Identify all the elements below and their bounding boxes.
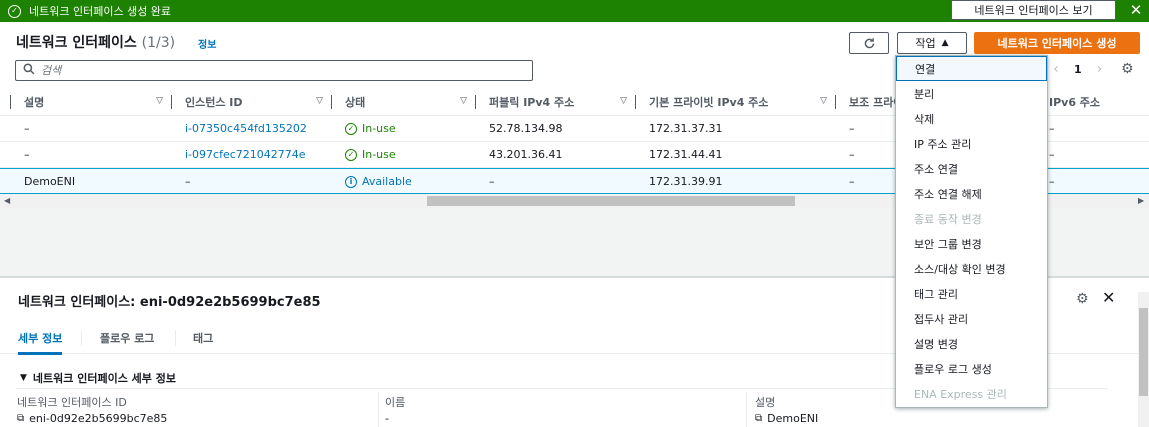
search-input[interactable] <box>41 64 521 77</box>
menu-item-source-dest-check[interactable]: 소스/대상 확인 변경 <box>896 256 1047 281</box>
menu-item-disassociate-address[interactable]: 주소 연결 해제 <box>896 181 1047 206</box>
column-header-private-ipv4[interactable]: 기본 프라이빗 IPv4 주소 ▽ <box>635 88 835 116</box>
status-badge: i Available <box>345 175 412 188</box>
sort-icon: ▽ <box>820 96 827 106</box>
success-icon: ✓ <box>8 4 21 18</box>
menu-item-change-security-groups[interactable]: 보안 그룹 변경 <box>896 231 1047 256</box>
scrollbar-thumb[interactable] <box>427 196 795 206</box>
banner-message: 네트워크 인터페이스 생성 완료 <box>29 5 172 18</box>
tab-tags[interactable]: 태그 <box>193 322 213 354</box>
actions-button[interactable]: 작업 ▲ <box>897 32 967 54</box>
menu-item-attach[interactable]: 연결 <box>896 56 1047 81</box>
sort-icon: ▽ <box>460 96 467 106</box>
caret-down-icon: ▼ <box>20 373 27 383</box>
column-header-description[interactable]: 설명 ▽ <box>10 88 171 116</box>
current-page[interactable]: 1 <box>1074 63 1082 76</box>
section-header[interactable]: ▼ 네트워크 인터페이스 세부 정보 <box>20 370 176 386</box>
menu-item-change-description[interactable]: 설명 변경 <box>896 331 1047 356</box>
sort-icon: ▽ <box>620 96 627 106</box>
status-badge: ✓ In-use <box>345 122 396 135</box>
copy-icon[interactable]: ⧉ <box>755 413 762 424</box>
gear-icon[interactable]: ⚙ <box>1121 61 1134 77</box>
sort-icon: ▽ <box>156 96 163 106</box>
column-header-status[interactable]: 상태 ▽ <box>331 88 475 116</box>
menu-item-detach[interactable]: 분리 <box>896 81 1047 106</box>
menu-item-delete[interactable]: 삭제 <box>896 106 1047 131</box>
page-title: 네트워크 인터페이스 (1/3) 정보 <box>16 35 217 51</box>
column-header-instance-id[interactable]: 인스턴스 ID ▽ <box>171 88 331 116</box>
menu-item-ena-express: ENA Express 관리 <box>914 387 1007 401</box>
search-box <box>15 60 533 81</box>
info-link[interactable]: 정보 <box>198 36 216 51</box>
scroll-right-icon[interactable]: ▶ <box>1138 196 1144 205</box>
search-icon <box>23 63 35 78</box>
close-icon[interactable]: ✕ <box>1128 1 1144 19</box>
settings-icon[interactable]: ⚙ <box>1076 291 1089 307</box>
field-value-description: ⧉ DemoENI <box>755 412 819 425</box>
next-page-icon[interactable]: › <box>1092 62 1108 77</box>
instance-link[interactable]: i-097cfec721042774e <box>185 142 306 167</box>
details-title: 네트워크 인터페이스: eni-0d92e2b5699bc7e85 <box>18 295 321 310</box>
vertical-scrollbar[interactable] <box>1138 292 1149 427</box>
view-interfaces-button[interactable]: 네트워크 인터페이스 보기 <box>951 0 1116 20</box>
success-banner: ✓ 네트워크 인터페이스 생성 완료 네트워크 인터페이스 보기 ✕ <box>0 0 1149 22</box>
column-header-ipv6[interactable]: IPv6 주소 <box>1035 88 1149 116</box>
menu-item-create-flow-log[interactable]: 플로우 로그 생성 <box>896 356 1047 381</box>
field-label-description: 설명 <box>755 396 776 409</box>
actions-menu: 연결 분리 삭제 IP 주소 관리 주소 연결 주소 연결 해제 종료 동작 변… <box>895 55 1048 408</box>
check-circle-icon: ✓ <box>345 148 357 161</box>
selection-count: (1/3) <box>141 35 176 51</box>
close-panel-icon[interactable]: ✕ <box>1102 288 1115 307</box>
scroll-left-icon[interactable]: ◀ <box>4 196 10 205</box>
menu-item-change-termination: 종료 동작 변경 <box>914 212 982 226</box>
info-circle-icon: i <box>345 175 357 188</box>
scrollbar-thumb[interactable] <box>1139 308 1148 396</box>
field-value-interface-id: ⧉ eni-0d92e2b5699bc7e85 <box>17 412 168 425</box>
caret-up-icon: ▲ <box>941 38 949 48</box>
field-value-name: - <box>385 412 389 425</box>
column-header-public-ipv4[interactable]: 퍼블릭 IPv4 주소 ▽ <box>475 88 635 116</box>
copy-icon[interactable]: ⧉ <box>17 413 24 424</box>
refresh-icon <box>864 37 874 48</box>
instance-link[interactable]: i-07350c454fd135202 <box>185 116 307 141</box>
create-interface-button[interactable]: 네트워크 인터페이스 생성 <box>974 32 1140 54</box>
refresh-button[interactable] <box>849 32 889 54</box>
tab-details[interactable]: 세부 정보 <box>18 322 63 355</box>
prev-page-icon[interactable]: ‹ <box>1048 62 1064 77</box>
menu-item-associate-address[interactable]: 주소 연결 <box>896 156 1047 181</box>
menu-item-manage-prefixes[interactable]: 접두사 관리 <box>896 306 1047 331</box>
check-circle-icon: ✓ <box>345 122 357 135</box>
pagination: ‹ 1 › <box>1048 62 1108 77</box>
field-label-name: 이름 <box>385 396 406 409</box>
status-badge: ✓ In-use <box>345 148 396 161</box>
field-label-interface-id: 네트워크 인터페이스 ID <box>17 396 127 409</box>
sort-icon: ▽ <box>316 96 323 106</box>
tab-flow-logs[interactable]: 플로우 로그 <box>100 322 154 354</box>
menu-item-manage-tags[interactable]: 태그 관리 <box>896 281 1047 306</box>
menu-item-manage-ip[interactable]: IP 주소 관리 <box>896 131 1047 156</box>
